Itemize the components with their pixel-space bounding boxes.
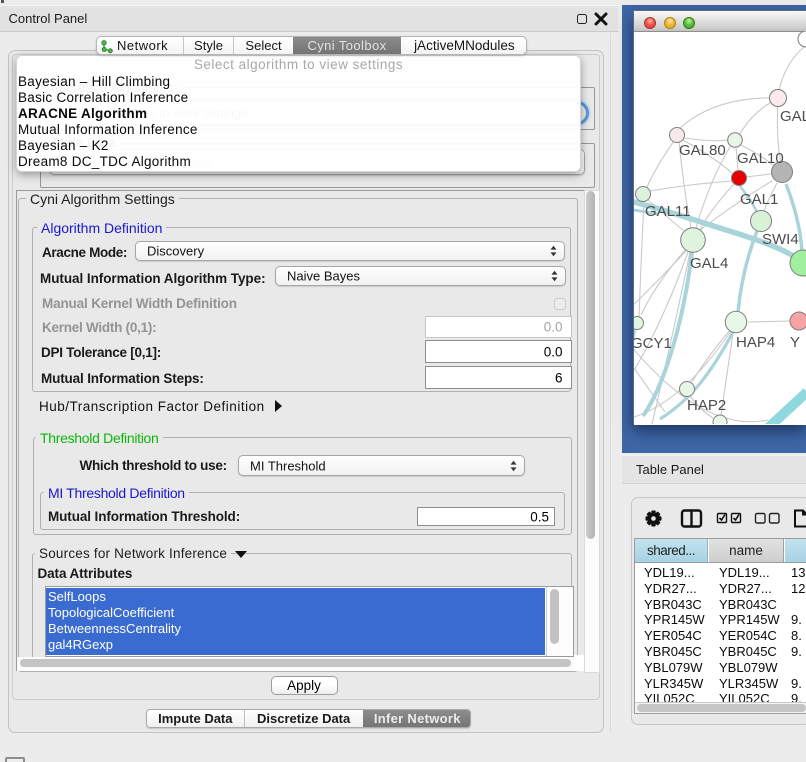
svg-text:HAP4: HAP4 [736,334,775,351]
svg-text:GAL80: GAL80 [679,142,726,159]
svg-text:GAL: GAL [780,108,806,125]
svg-text:SWI4: SWI4 [762,231,799,248]
svg-text:Y: Y [790,334,800,351]
svg-text:GAL4: GAL4 [690,255,728,272]
svg-text:GAL10: GAL10 [737,150,784,167]
svg-text:GAL11: GAL11 [645,203,691,220]
svg-text:GAL1: GAL1 [740,191,778,208]
svg-text:HAP2: HAP2 [687,397,726,414]
svg-text:GCY1: GCY1 [634,335,672,352]
